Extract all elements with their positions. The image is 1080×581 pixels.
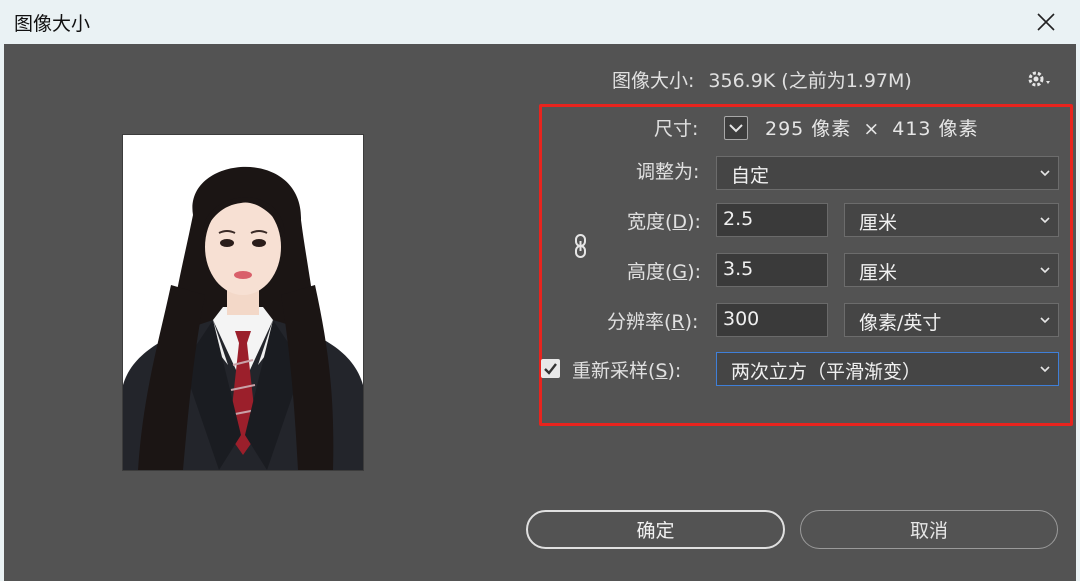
gear-icon — [1028, 71, 1050, 87]
chevron-down-icon — [1040, 267, 1050, 274]
resolution-unit-value: 像素/英寸 — [859, 312, 942, 334]
pixel-width: 295 像素 — [765, 118, 852, 140]
height-unit-value: 厘米 — [859, 262, 898, 284]
close-icon — [1037, 13, 1055, 31]
resample-label: 重新采样(S): — [572, 360, 682, 382]
pixel-dimensions: 295 像素 × 413 像素 — [765, 114, 979, 141]
cancel-button[interactable]: 取消 — [800, 510, 1058, 549]
dimensions-toggle[interactable] — [724, 116, 748, 140]
resolution-input[interactable]: 300 — [716, 303, 828, 337]
ok-button[interactable]: 确定 — [526, 510, 785, 549]
chevron-down-icon — [1040, 170, 1050, 177]
image-size-value: 356.9K (之前为1.97M) — [708, 70, 912, 92]
dimensions-label: 尺寸: — [654, 118, 699, 140]
height-unit-select[interactable]: 厘米 — [844, 253, 1059, 287]
height-input[interactable]: 3.5 — [716, 253, 828, 287]
fit-to-value: 自定 — [731, 165, 770, 187]
image-size-info: 图像大小: 356.9K (之前为1.97M) — [612, 66, 912, 93]
chevron-down-icon — [1040, 217, 1050, 224]
resolution-label: 分辨率(R): — [607, 311, 699, 333]
window-title: 图像大小 — [14, 13, 91, 35]
checkmark-icon — [544, 363, 557, 375]
dimensions-separator: × — [863, 118, 881, 140]
close-button[interactable] — [1030, 6, 1062, 38]
resample-method-select[interactable]: 两次立方（平滑渐变） — [716, 352, 1059, 386]
width-unit-value: 厘米 — [859, 212, 898, 234]
title-bar: 图像大小 — [0, 0, 1080, 44]
image-preview[interactable] — [122, 134, 364, 471]
constrain-proportions-button[interactable] — [572, 233, 590, 263]
fit-to-select[interactable]: 自定 — [716, 156, 1059, 190]
resample-checkbox[interactable] — [541, 359, 560, 378]
image-size-label: 图像大小: — [612, 70, 695, 92]
chevron-down-icon — [729, 124, 743, 133]
link-icon — [575, 234, 586, 258]
width-unit-select[interactable]: 厘米 — [844, 203, 1059, 237]
width-input[interactable]: 2.5 — [716, 203, 828, 237]
chevron-down-icon — [1040, 366, 1050, 373]
fit-to-label: 调整为: — [636, 161, 700, 183]
portrait-photo — [123, 135, 363, 470]
resample-method-value: 两次立方（平滑渐变） — [731, 361, 922, 383]
pixel-height: 413 像素 — [892, 118, 979, 140]
width-label: 宽度(D): — [627, 211, 701, 233]
window-border-right — [1076, 44, 1080, 581]
resolution-unit-select[interactable]: 像素/英寸 — [844, 303, 1059, 337]
chevron-down-icon — [1040, 317, 1050, 324]
window-border-left — [0, 44, 4, 581]
settings-button[interactable] — [1027, 68, 1053, 94]
height-label: 高度(G): — [627, 261, 701, 283]
